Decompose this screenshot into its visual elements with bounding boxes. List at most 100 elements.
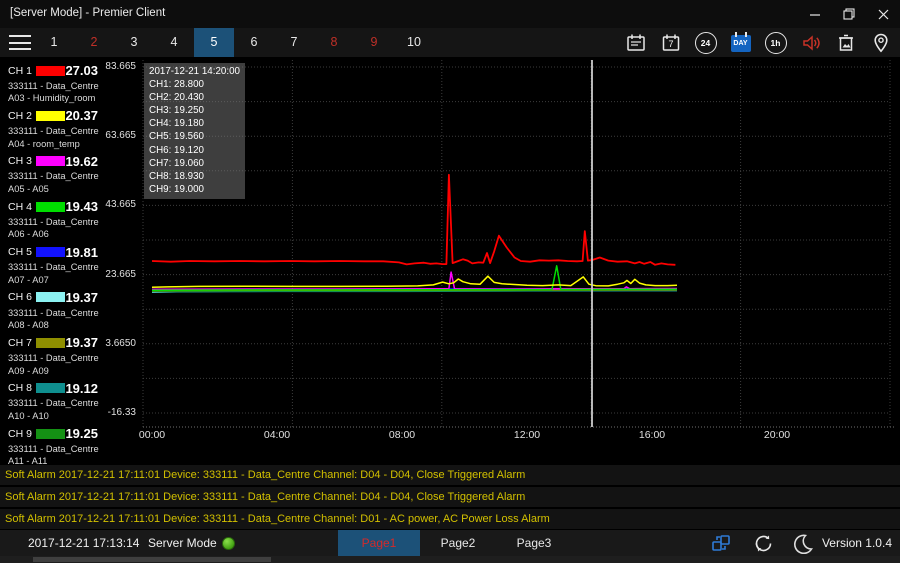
channel-id: CH 1 bbox=[8, 65, 36, 77]
channel-device: 333111 - Data_Centre bbox=[8, 171, 100, 181]
channel-item-5[interactable]: CH 519.81333111 - Data_CentreA07 - A07 bbox=[0, 243, 100, 288]
channel-item-8[interactable]: CH 819.12333111 - Data_CentreA10 - A10 bbox=[0, 379, 100, 424]
channel-value: 19.25 bbox=[65, 426, 98, 441]
clear-image-button[interactable] bbox=[828, 28, 863, 57]
channel-value: 20.37 bbox=[65, 108, 98, 123]
alarm-row[interactable]: Soft Alarm 2017-12-21 17:11:01 Device: 3… bbox=[0, 509, 900, 529]
y-tick-label: -16.33 bbox=[98, 407, 136, 418]
channel-item-1[interactable]: CH 127.03333111 - Data_CentreA03 - Humid… bbox=[0, 61, 100, 106]
sync-icon bbox=[753, 533, 774, 554]
x-tick-label: 20:00 bbox=[764, 429, 790, 441]
channel-color-swatch bbox=[36, 156, 65, 166]
channel-value: 19.81 bbox=[65, 245, 98, 260]
page-layout-button[interactable] bbox=[710, 533, 732, 553]
channel-color-swatch bbox=[36, 292, 65, 302]
page-tab-page2[interactable]: Page2 bbox=[420, 530, 496, 556]
minimize-button[interactable] bbox=[798, 0, 832, 28]
menu-button[interactable] bbox=[9, 35, 31, 50]
channel-value: 19.37 bbox=[65, 335, 98, 350]
calendar-week-icon: 7 bbox=[660, 32, 682, 54]
channel-point: A06 - A06 bbox=[8, 229, 100, 239]
tab-4[interactable]: 4 bbox=[154, 28, 194, 57]
tab-7[interactable]: 7 bbox=[274, 28, 314, 57]
hour-1h-button[interactable]: 1h bbox=[758, 28, 793, 57]
calendar-week-button[interactable]: 7 bbox=[653, 28, 688, 57]
tooltip-timestamp: 2017-12-21 14:20:00 bbox=[149, 65, 245, 78]
channel-item-2[interactable]: CH 220.37333111 - Data_CentreA04 - room_… bbox=[0, 106, 100, 151]
tab-5[interactable]: 5 bbox=[194, 28, 234, 57]
x-tick-label: 08:00 bbox=[389, 429, 415, 441]
close-button[interactable] bbox=[866, 0, 900, 28]
tab-10[interactable]: 10 bbox=[394, 28, 434, 57]
restore-button[interactable] bbox=[832, 0, 866, 28]
channel-id: CH 2 bbox=[8, 110, 36, 122]
y-tick-label: 83.665 bbox=[98, 61, 136, 72]
minimize-icon bbox=[810, 9, 821, 20]
channel-item-7[interactable]: CH 719.37333111 - Data_CentreA09 - A09 bbox=[0, 333, 100, 378]
tab-3[interactable]: 3 bbox=[114, 28, 154, 57]
tooltip-line: CH8: 18.930 bbox=[149, 170, 245, 183]
alarm-row[interactable]: Soft Alarm 2017-12-21 17:11:01 Device: 3… bbox=[0, 465, 900, 485]
scrollbar-thumb[interactable] bbox=[33, 557, 271, 562]
clock: 2017-12-21 17:13:14 bbox=[28, 530, 139, 556]
night-mode-button[interactable] bbox=[791, 533, 813, 553]
calendar-day-button[interactable]: DAY bbox=[723, 28, 758, 57]
alarm-list: Soft Alarm 2017-12-21 17:11:01 Device: 3… bbox=[0, 465, 900, 530]
channel-item-3[interactable]: CH 319.62333111 - Data_CentreA05 - A05 bbox=[0, 152, 100, 197]
channel-point: A07 - A07 bbox=[8, 275, 100, 285]
tab-bar: 12345678910 7 24 bbox=[0, 28, 900, 57]
channel-device: 333111 - Data_Centre bbox=[8, 308, 100, 318]
tooltip-line: CH6: 19.120 bbox=[149, 144, 245, 157]
tab-6[interactable]: 6 bbox=[234, 28, 274, 57]
tooltip-line: CH1: 28.800 bbox=[149, 78, 245, 91]
tooltip-line: CH5: 19.560 bbox=[149, 130, 245, 143]
location-button[interactable] bbox=[863, 28, 898, 57]
hours-24-icon: 24 bbox=[695, 32, 717, 54]
channel-legend-panel: CH 127.03333111 - Data_CentreA03 - Humid… bbox=[0, 61, 100, 470]
x-tick-label: 16:00 bbox=[639, 429, 665, 441]
hour-1h-icon: 1h bbox=[765, 32, 787, 54]
y-tick-label: 43.665 bbox=[98, 199, 136, 210]
channel-item-6[interactable]: CH 619.37333111 - Data_CentreA08 - A08 bbox=[0, 288, 100, 333]
y-tick-label: 63.665 bbox=[98, 130, 136, 141]
channel-color-swatch bbox=[36, 111, 65, 121]
channel-color-swatch bbox=[36, 66, 65, 76]
channel-id: CH 3 bbox=[8, 155, 36, 167]
channel-point: A03 - Humidity_room bbox=[8, 93, 100, 103]
tab-8[interactable]: 8 bbox=[314, 28, 354, 57]
status-bar: 2017-12-21 17:13:14 Server Mode Page1Pag… bbox=[0, 530, 900, 556]
horizontal-scrollbar[interactable] bbox=[0, 556, 900, 563]
tooltip-line: CH7: 19.060 bbox=[149, 157, 245, 170]
channel-point: A10 - A10 bbox=[8, 411, 100, 421]
y-tick-label: 23.665 bbox=[98, 269, 136, 280]
page-tab-page3[interactable]: Page3 bbox=[496, 530, 572, 556]
restore-icon bbox=[843, 8, 855, 20]
alarm-sound-button[interactable] bbox=[793, 28, 828, 57]
chart-area: CH 127.03333111 - Data_CentreA03 - Humid… bbox=[0, 57, 900, 465]
channel-point: A09 - A09 bbox=[8, 366, 100, 376]
x-tick-label: 04:00 bbox=[264, 429, 290, 441]
channel-id: CH 9 bbox=[8, 428, 36, 440]
series-CH2 bbox=[152, 276, 677, 287]
calendar-month-button[interactable] bbox=[618, 28, 653, 57]
alarm-row[interactable]: Soft Alarm 2017-12-21 17:11:01 Device: 3… bbox=[0, 487, 900, 507]
server-mode-label: Server Mode bbox=[148, 530, 217, 556]
page-tab-page1[interactable]: Page1 bbox=[338, 530, 420, 556]
sync-button[interactable] bbox=[752, 533, 774, 553]
channel-item-4[interactable]: CH 419.43333111 - Data_CentreA06 - A06 bbox=[0, 197, 100, 242]
channel-color-swatch bbox=[36, 247, 65, 257]
page-layout-icon bbox=[711, 533, 731, 553]
trend-chart[interactable] bbox=[0, 57, 900, 465]
channel-id: CH 8 bbox=[8, 382, 36, 394]
tooltip-line: CH2: 20.430 bbox=[149, 91, 245, 104]
tab-2[interactable]: 2 bbox=[74, 28, 114, 57]
channel-color-swatch bbox=[36, 338, 65, 348]
x-tick-label: 12:00 bbox=[514, 429, 540, 441]
channel-item-9[interactable]: CH 919.25333111 - Data_CentreA11 - A11 bbox=[0, 424, 100, 469]
alarm-sound-icon bbox=[800, 32, 822, 54]
hours-24-button[interactable]: 24 bbox=[688, 28, 723, 57]
y-tick-label: 3.6650 bbox=[98, 338, 136, 349]
tab-9[interactable]: 9 bbox=[354, 28, 394, 57]
tab-1[interactable]: 1 bbox=[34, 28, 74, 57]
channel-color-swatch bbox=[36, 383, 65, 393]
